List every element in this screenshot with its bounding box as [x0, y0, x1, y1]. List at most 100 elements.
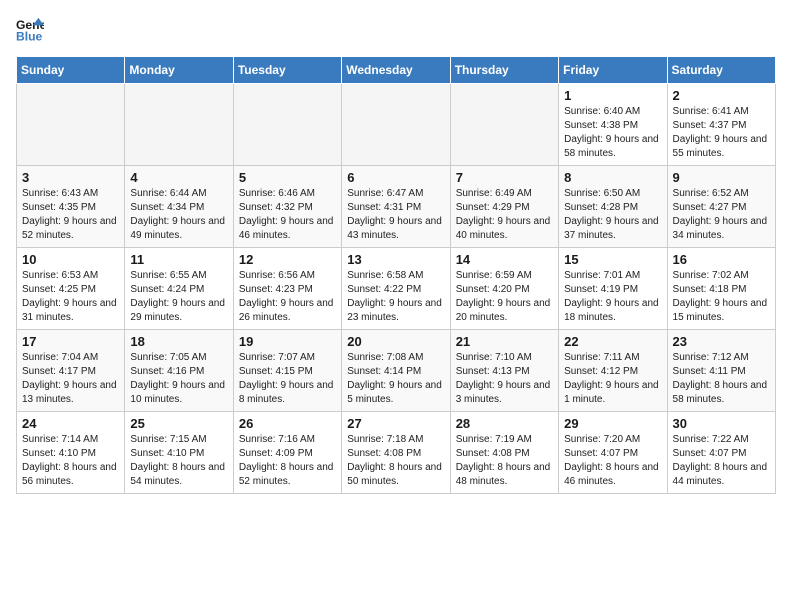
day-number: 13 [347, 252, 444, 267]
calendar-cell: 23 Sunrise: 7:12 AMSunset: 4:11 PMDayligh… [667, 330, 775, 412]
day-number: 22 [564, 334, 661, 349]
day-detail: Sunrise: 7:04 AMSunset: 4:17 PMDaylight:… [22, 351, 119, 407]
day-number: 30 [673, 416, 770, 431]
calendar-cell: 1 Sunrise: 6:40 AMSunset: 4:38 PMDaylight… [559, 84, 667, 166]
day-number: 20 [347, 334, 444, 349]
day-number: 23 [673, 334, 770, 349]
day-number: 24 [22, 416, 119, 431]
weekday-header-tuesday: Tuesday [233, 57, 341, 84]
calendar-cell: 22 Sunrise: 7:11 AMSunset: 4:12 PMDayligh… [559, 330, 667, 412]
page-header: General Blue [16, 16, 776, 44]
calendar-cell [125, 84, 233, 166]
calendar-cell: 18 Sunrise: 7:05 AMSunset: 4:16 PMDayligh… [125, 330, 233, 412]
calendar-cell: 25 Sunrise: 7:15 AMSunset: 4:10 PMDayligh… [125, 412, 233, 494]
svg-text:Blue: Blue [16, 29, 43, 43]
day-number: 25 [130, 416, 227, 431]
day-number: 8 [564, 170, 661, 185]
calendar-cell: 6 Sunrise: 6:47 AMSunset: 4:31 PMDaylight… [342, 166, 450, 248]
day-number: 3 [22, 170, 119, 185]
day-number: 1 [564, 88, 661, 103]
day-number: 16 [673, 252, 770, 267]
day-detail: Sunrise: 7:19 AMSunset: 4:08 PMDaylight:… [456, 433, 553, 489]
calendar-week-4: 17 Sunrise: 7:04 AMSunset: 4:17 PMDayligh… [17, 330, 776, 412]
day-detail: Sunrise: 7:15 AMSunset: 4:10 PMDaylight:… [130, 433, 227, 489]
calendar-table: SundayMondayTuesdayWednesdayThursdayFrid… [16, 56, 776, 494]
logo-icon: General Blue [16, 16, 44, 44]
calendar-cell: 17 Sunrise: 7:04 AMSunset: 4:17 PMDayligh… [17, 330, 125, 412]
calendar-cell: 21Sunrise: 7:10 AMSunset: 4:13 PMDayligh… [450, 330, 558, 412]
calendar-cell: 11 Sunrise: 6:55 AMSunset: 4:24 PMDayligh… [125, 248, 233, 330]
calendar-cell: 4 Sunrise: 6:44 AMSunset: 4:34 PMDaylight… [125, 166, 233, 248]
day-detail: Sunrise: 7:08 AMSunset: 4:14 PMDaylight:… [347, 351, 444, 407]
calendar-cell: 13Sunrise: 6:58 AMSunset: 4:22 PMDayligh… [342, 248, 450, 330]
day-detail: Sunrise: 7:02 AMSunset: 4:18 PMDaylight:… [673, 269, 770, 325]
day-detail: Sunrise: 6:59 AMSunset: 4:20 PMDaylight:… [456, 269, 553, 325]
day-detail: Sunrise: 6:55 AMSunset: 4:24 PMDaylight:… [130, 269, 227, 325]
day-detail: Sunrise: 7:10 AMSunset: 4:13 PMDaylight:… [456, 351, 553, 407]
day-detail: Sunrise: 7:22 AMSunset: 4:07 PMDaylight:… [673, 433, 770, 489]
day-number: 11 [130, 252, 227, 267]
day-detail: Sunrise: 6:56 AMSunset: 4:23 PMDaylight:… [239, 269, 336, 325]
calendar-cell [450, 84, 558, 166]
day-number: 27 [347, 416, 444, 431]
day-number: 17 [22, 334, 119, 349]
calendar-cell: 15 Sunrise: 7:01 AMSunset: 4:19 PMDayligh… [559, 248, 667, 330]
day-detail: Sunrise: 7:14 AMSunset: 4:10 PMDaylight:… [22, 433, 119, 489]
calendar-cell: 5Sunrise: 6:46 AMSunset: 4:32 PMDaylight… [233, 166, 341, 248]
day-number: 19 [239, 334, 336, 349]
calendar-cell: 7 Sunrise: 6:49 AMSunset: 4:29 PMDaylight… [450, 166, 558, 248]
day-number: 7 [456, 170, 553, 185]
calendar-week-2: 3 Sunrise: 6:43 AMSunset: 4:35 PMDaylight… [17, 166, 776, 248]
calendar-cell: 2Sunrise: 6:41 AMSunset: 4:37 PMDaylight… [667, 84, 775, 166]
day-number: 15 [564, 252, 661, 267]
day-detail: Sunrise: 6:40 AMSunset: 4:38 PMDaylight:… [564, 105, 661, 161]
day-number: 4 [130, 170, 227, 185]
calendar-week-3: 10 Sunrise: 6:53 AMSunset: 4:25 PMDayligh… [17, 248, 776, 330]
day-number: 12 [239, 252, 336, 267]
day-detail: Sunrise: 7:11 AMSunset: 4:12 PMDaylight:… [564, 351, 661, 407]
day-detail: Sunrise: 7:01 AMSunset: 4:19 PMDaylight:… [564, 269, 661, 325]
day-detail: Sunrise: 6:44 AMSunset: 4:34 PMDaylight:… [130, 187, 227, 243]
day-detail: Sunrise: 6:46 AMSunset: 4:32 PMDaylight:… [239, 187, 336, 243]
day-detail: Sunrise: 6:47 AMSunset: 4:31 PMDaylight:… [347, 187, 444, 243]
weekday-header-monday: Monday [125, 57, 233, 84]
calendar-cell: 19 Sunrise: 7:07 AMSunset: 4:15 PMDayligh… [233, 330, 341, 412]
calendar-cell: 10 Sunrise: 6:53 AMSunset: 4:25 PMDayligh… [17, 248, 125, 330]
calendar-cell: 16 Sunrise: 7:02 AMSunset: 4:18 PMDayligh… [667, 248, 775, 330]
day-detail: Sunrise: 7:20 AMSunset: 4:07 PMDaylight:… [564, 433, 661, 489]
calendar-cell: 3 Sunrise: 6:43 AMSunset: 4:35 PMDaylight… [17, 166, 125, 248]
day-detail: Sunrise: 6:53 AMSunset: 4:25 PMDaylight:… [22, 269, 119, 325]
calendar-cell [233, 84, 341, 166]
calendar-cell: 8Sunrise: 6:50 AMSunset: 4:28 PMDaylight… [559, 166, 667, 248]
calendar-cell: 27 Sunrise: 7:18 AMSunset: 4:08 PMDayligh… [342, 412, 450, 494]
calendar-cell: 24 Sunrise: 7:14 AMSunset: 4:10 PMDayligh… [17, 412, 125, 494]
day-number: 9 [673, 170, 770, 185]
day-detail: Sunrise: 7:12 AMSunset: 4:11 PMDaylight:… [673, 351, 770, 407]
calendar-week-1: 1 Sunrise: 6:40 AMSunset: 4:38 PMDaylight… [17, 84, 776, 166]
day-number: 14 [456, 252, 553, 267]
day-number: 6 [347, 170, 444, 185]
calendar-cell: 20 Sunrise: 7:08 AMSunset: 4:14 PMDayligh… [342, 330, 450, 412]
weekday-header-thursday: Thursday [450, 57, 558, 84]
calendar-cell: 14 Sunrise: 6:59 AMSunset: 4:20 PMDayligh… [450, 248, 558, 330]
calendar-cell: 9 Sunrise: 6:52 AMSunset: 4:27 PMDaylight… [667, 166, 775, 248]
day-number: 18 [130, 334, 227, 349]
calendar-cell: 29Sunrise: 7:20 AMSunset: 4:07 PMDayligh… [559, 412, 667, 494]
calendar-cell: 30 Sunrise: 7:22 AMSunset: 4:07 PMDayligh… [667, 412, 775, 494]
weekday-header-wednesday: Wednesday [342, 57, 450, 84]
weekday-header-friday: Friday [559, 57, 667, 84]
day-detail: Sunrise: 6:49 AMSunset: 4:29 PMDaylight:… [456, 187, 553, 243]
day-detail: Sunrise: 7:07 AMSunset: 4:15 PMDaylight:… [239, 351, 336, 407]
day-number: 10 [22, 252, 119, 267]
day-detail: Sunrise: 7:18 AMSunset: 4:08 PMDaylight:… [347, 433, 444, 489]
calendar-cell [342, 84, 450, 166]
weekday-header-saturday: Saturday [667, 57, 775, 84]
day-number: 28 [456, 416, 553, 431]
day-detail: Sunrise: 6:43 AMSunset: 4:35 PMDaylight:… [22, 187, 119, 243]
weekday-header-sunday: Sunday [17, 57, 125, 84]
day-detail: Sunrise: 7:05 AMSunset: 4:16 PMDaylight:… [130, 351, 227, 407]
day-detail: Sunrise: 7:16 AMSunset: 4:09 PMDaylight:… [239, 433, 336, 489]
calendar-cell [17, 84, 125, 166]
day-number: 26 [239, 416, 336, 431]
day-detail: Sunrise: 6:52 AMSunset: 4:27 PMDaylight:… [673, 187, 770, 243]
